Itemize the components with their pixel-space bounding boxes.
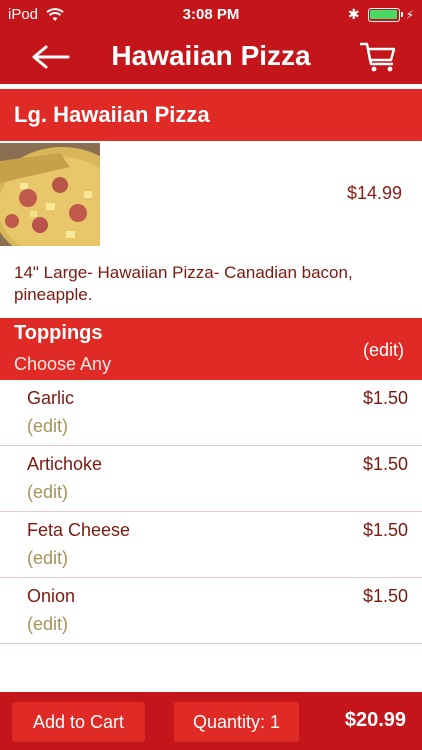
footer-bar: Add to Cart Quantity: 1 $20.99: [0, 692, 422, 750]
toppings-header[interactable]: Toppings Choose Any (edit): [0, 318, 422, 380]
item-price: $14.99: [346, 183, 402, 203]
battery-icon: [367, 7, 403, 22]
topping-price: $1.50: [362, 454, 408, 474]
charging-icon: ⚡: [405, 7, 414, 22]
topping-price: $1.50: [362, 388, 408, 408]
topping-name: Feta Cheese: [27, 520, 131, 540]
status-bar: iPod 3:08 PM ✱ ⚡: [0, 0, 422, 30]
topping-edit-link[interactable]: (edit): [27, 416, 68, 437]
topping-name: Onion: [27, 586, 76, 606]
topping-edit-link[interactable]: (edit): [27, 614, 68, 635]
toppings-title: Toppings: [14, 322, 103, 344]
topping-name: Artichoke: [27, 454, 103, 474]
topping-name: Garlic: [27, 388, 75, 408]
topping-row-onion[interactable]: Onion (edit) $1.50: [0, 578, 422, 644]
product-row: $14.99: [0, 143, 422, 246]
status-right: ✱ ⚡: [348, 6, 414, 23]
order-total: $20.99: [344, 709, 406, 731]
toppings-edit-link[interactable]: (edit): [363, 340, 404, 361]
quantity-button[interactable]: Quantity: 1: [174, 702, 299, 742]
item-description: 14" Large- Hawaiian Pizza- Canadian baco…: [14, 263, 353, 304]
topping-edit-link[interactable]: (edit): [27, 548, 68, 569]
add-to-cart-button[interactable]: Add to Cart: [12, 702, 145, 742]
toppings-subtitle: Choose Any: [14, 354, 112, 374]
topping-edit-link[interactable]: (edit): [27, 482, 68, 503]
pizza-image: [0, 143, 100, 246]
topping-row-feta-cheese[interactable]: Feta Cheese (edit) $1.50: [0, 512, 422, 578]
topping-price: $1.50: [362, 520, 408, 540]
topping-price: $1.50: [362, 586, 408, 606]
item-header: Lg. Hawaiian Pizza: [0, 89, 422, 141]
bluetooth-icon: ✱: [347, 6, 360, 22]
topping-row-artichoke[interactable]: Artichoke (edit) $1.50: [0, 446, 422, 512]
nav-bar: Hawaiian Pizza: [0, 30, 422, 84]
cart-icon[interactable]: [358, 40, 398, 74]
topping-row-garlic[interactable]: Garlic (edit) $1.50: [0, 380, 422, 446]
